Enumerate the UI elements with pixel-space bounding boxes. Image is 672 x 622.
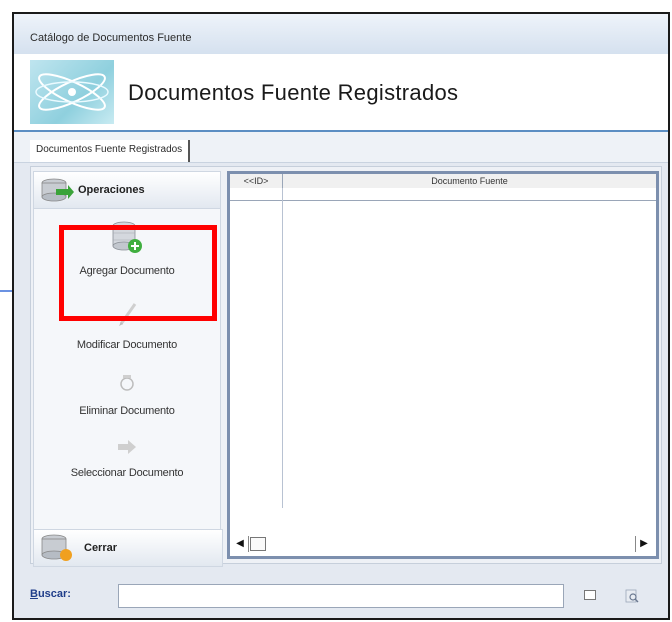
scroll-left-button[interactable]: ◀ <box>232 536 249 552</box>
column-header-id[interactable]: <<ID> <box>230 174 283 188</box>
modify-document-label: Modificar Documento <box>76 339 178 351</box>
clear-search-button[interactable] <box>584 590 596 600</box>
operations-header-icon <box>40 177 74 208</box>
delete-document-label: Eliminar Documento <box>79 405 175 417</box>
column-header-documento-fuente[interactable]: Documento Fuente <box>283 174 656 188</box>
add-document-label: Agregar Documento <box>79 265 175 277</box>
pencil-icon <box>34 298 220 333</box>
select-document-button[interactable]: Seleccionar Documento <box>34 438 220 479</box>
database-close-icon <box>40 533 76 568</box>
window-title: Catálogo de Documentos Fuente <box>30 32 192 44</box>
page-title: Documentos Fuente Registrados <box>128 80 459 105</box>
content-area: Operaciones Agregar Documento Modificar … <box>30 166 662 567</box>
select-document-label: Seleccionar Documento <box>70 467 184 479</box>
tab-strip: Documentos Fuente Registrados <box>14 132 668 163</box>
delete-document-button[interactable]: Eliminar Documento <box>34 372 220 417</box>
documents-grid[interactable]: <<ID> Documento Fuente ◀ ▶ <box>227 171 659 559</box>
grid-column-divider <box>282 188 283 508</box>
scroll-right-button[interactable]: ▶ <box>635 536 652 552</box>
catalog-window: Catálogo de Documentos Fuente Documentos… <box>12 12 670 620</box>
scroll-thumb[interactable] <box>250 537 266 551</box>
search-bar: Buscar: <box>14 568 668 618</box>
search-input[interactable] <box>118 584 564 608</box>
arrow-right-icon <box>34 438 220 461</box>
modify-document-button[interactable]: Modificar Documento <box>34 298 220 351</box>
search-label: Buscar: <box>30 588 71 600</box>
operations-panel: Operaciones Agregar Documento Modificar … <box>33 171 221 559</box>
close-label: Cerrar <box>84 542 118 554</box>
database-add-icon <box>34 220 220 259</box>
horizontal-scrollbar[interactable]: ◀ ▶ <box>232 536 652 552</box>
grid-header: <<ID> Documento Fuente <box>230 174 656 189</box>
title-bar: Catálogo de Documentos Fuente <box>14 14 668 55</box>
header-banner: Documentos Fuente Registrados <box>14 54 668 132</box>
grid-new-row[interactable] <box>230 188 656 201</box>
delete-icon <box>34 372 220 399</box>
operations-header[interactable]: Operaciones <box>34 172 220 209</box>
atom-logo <box>30 60 114 124</box>
tab-documentos-fuente-registrados[interactable]: Documentos Fuente Registrados <box>30 140 191 162</box>
add-document-button[interactable]: Agregar Documento <box>34 220 220 277</box>
operations-header-label: Operaciones <box>78 184 145 196</box>
search-icon[interactable] <box>624 588 640 604</box>
close-panel-button[interactable]: Cerrar <box>33 529 223 567</box>
